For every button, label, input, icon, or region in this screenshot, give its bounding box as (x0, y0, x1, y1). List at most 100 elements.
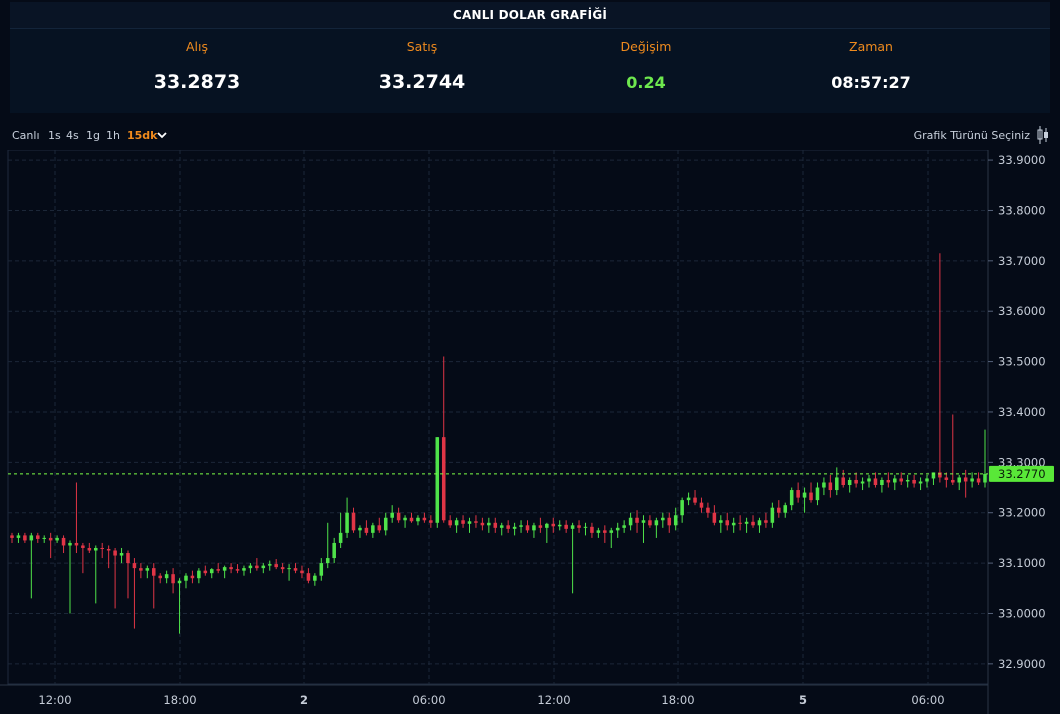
change-label: Değişim (620, 39, 672, 54)
candle-body (358, 527, 362, 531)
candle-body (351, 512, 356, 531)
candle-body (886, 479, 891, 483)
candle-body (280, 567, 285, 570)
candle-body (873, 478, 878, 486)
candle-body (712, 512, 717, 523)
candle-body (396, 512, 401, 521)
candle-body (29, 535, 34, 541)
buy-value: 33.2873 (153, 71, 241, 93)
timeframe-1h[interactable]: 1h (106, 129, 120, 142)
candle-body (970, 478, 974, 482)
candle-body (551, 523, 556, 527)
candle-body (976, 478, 981, 483)
candle-body (706, 507, 710, 513)
candle-body (100, 547, 104, 549)
candle-body (499, 525, 504, 528)
y-tick-label: 33.9000 (998, 153, 1046, 167)
candle-body (222, 567, 227, 571)
chevron-down-icon[interactable] (157, 129, 167, 142)
candlestick-icon[interactable] (1036, 125, 1050, 145)
candle-body (673, 515, 678, 526)
candle-body (113, 550, 117, 556)
candle-body (931, 472, 936, 479)
x-tick-label: 12:00 (38, 693, 71, 707)
candle-body (867, 478, 871, 482)
candle-body (139, 568, 143, 571)
candle-body (184, 575, 188, 581)
candle-body (61, 537, 66, 546)
candle-body (325, 558, 330, 564)
candle-body (42, 537, 46, 539)
candle-body (287, 568, 291, 570)
candle-body (319, 563, 324, 576)
candle-body (177, 580, 182, 584)
y-tick-label: 33.2000 (998, 506, 1046, 520)
candle-body (235, 569, 240, 571)
candle-body (81, 545, 85, 548)
candle-body (635, 517, 639, 523)
candle-body (93, 547, 98, 551)
timeframe-1g[interactable]: 1g (86, 129, 100, 142)
x-tick-label: 18:00 (163, 693, 196, 707)
candle-body (770, 507, 775, 523)
candle-body (564, 524, 568, 529)
time-value: 08:57:27 (831, 73, 911, 92)
candle-body (822, 482, 826, 488)
candle-body (293, 568, 298, 571)
candle-body (590, 526, 594, 533)
candle-body (725, 520, 730, 526)
candle-body (847, 479, 852, 486)
candle-body (615, 527, 620, 531)
timeframe-15dk[interactable]: 15dk (127, 129, 158, 142)
candle-body (132, 563, 137, 569)
candle-body (480, 522, 485, 526)
y-tick-label: 33.1000 (998, 556, 1046, 570)
timeframe-4s[interactable]: 4s (66, 129, 79, 142)
candle-body (55, 537, 59, 541)
y-tick-label: 33.5000 (998, 355, 1046, 369)
candle-body (506, 525, 510, 529)
candle-body (963, 477, 968, 482)
candle-body (383, 517, 388, 531)
candle-body (229, 567, 233, 570)
candle-body (641, 520, 646, 523)
chart-type-selector[interactable]: Grafik Türünü Seçiniz (914, 129, 1030, 142)
candle-body (731, 522, 736, 526)
candle-body (654, 520, 659, 526)
candle-body (789, 490, 794, 506)
candle-body (364, 527, 369, 533)
candle-body (596, 530, 601, 533)
candle-body (764, 520, 768, 523)
candle-body (306, 573, 311, 581)
candle-body (487, 522, 491, 526)
candle-body (693, 497, 697, 503)
y-tick-label: 33.0000 (998, 606, 1046, 620)
candle-body (622, 525, 626, 528)
candle-body (119, 553, 124, 556)
sell-label: Satış (406, 39, 438, 54)
buy-label: Alış (185, 39, 208, 54)
candle-body (680, 500, 684, 516)
x-tick-label: 2 (300, 693, 308, 707)
candle-body (893, 478, 897, 483)
candle-body (151, 568, 156, 576)
candle-body (796, 490, 800, 498)
timeframe-1s[interactable]: 1s (48, 129, 61, 142)
candle-body (648, 520, 652, 526)
timeframe-live[interactable]: Canlı (12, 129, 40, 142)
candle-body (667, 517, 672, 526)
candle-body (345, 512, 349, 533)
x-tick-label: 18:00 (661, 693, 694, 707)
candle-body (944, 477, 949, 480)
candle-body (777, 507, 781, 513)
candle-body (719, 520, 723, 523)
candle-body (216, 569, 220, 571)
candle-body (860, 481, 865, 484)
candle-body (744, 521, 749, 524)
candlestick-chart[interactable]: 33.9000 33.8000 33.7000 33.6000 33.5000 33.40… (0, 150, 1060, 714)
candle-body (158, 575, 162, 579)
sell-value: 33.2744 (378, 71, 466, 93)
candle-body (828, 482, 833, 491)
candle-body (68, 542, 72, 546)
candle-body (912, 479, 916, 484)
